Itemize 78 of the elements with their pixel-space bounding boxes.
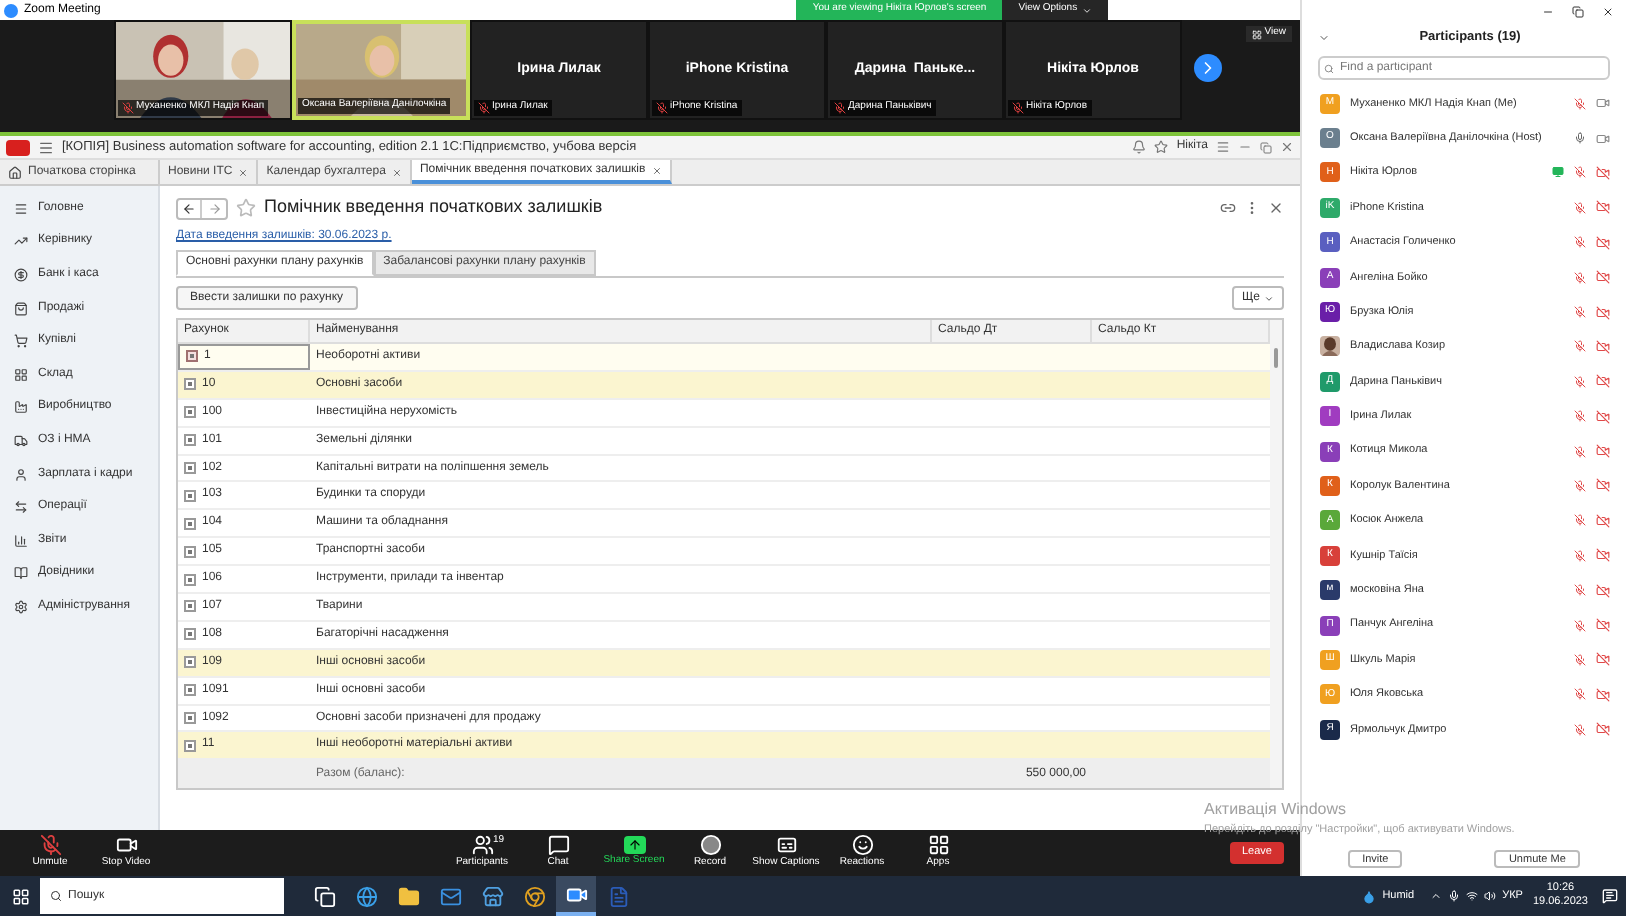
chat-icon [547, 834, 569, 857]
person-icon [14, 467, 28, 482]
account-icon [186, 350, 198, 363]
home-icon [8, 165, 22, 179]
star-icon[interactable] [236, 198, 256, 218]
chrome-icon [523, 885, 545, 907]
star-icon[interactable] [1154, 140, 1169, 154]
account-icon [184, 600, 196, 613]
taskbar-app[interactable] [556, 876, 596, 916]
folder-icon [397, 885, 419, 907]
store-icon [481, 885, 503, 907]
share-screen-icon [623, 836, 645, 855]
minimize-icon[interactable] [1542, 6, 1554, 18]
muted-mic-icon [39, 834, 61, 857]
account-icon [184, 378, 196, 391]
menu-icon[interactable] [38, 139, 54, 155]
bag-icon [14, 301, 28, 316]
speaker-icon [1484, 890, 1497, 902]
menu-icon [14, 201, 28, 216]
account-icon [184, 489, 196, 502]
activation-title: Активація Windows [1204, 798, 1349, 822]
restore-icon[interactable] [1572, 6, 1584, 18]
search-icon [1324, 63, 1334, 73]
truck-icon [14, 433, 28, 448]
arrows-icon [14, 500, 28, 515]
video-camera-icon [115, 834, 137, 857]
trend-line-icon [14, 234, 28, 249]
next-page-button[interactable] [1194, 54, 1222, 82]
search-icon [50, 890, 62, 902]
close-icon[interactable] [1602, 6, 1614, 18]
account-icon [184, 434, 196, 447]
bell-icon[interactable] [1132, 140, 1147, 154]
mail-icon [439, 885, 461, 907]
account-icon [184, 712, 196, 725]
coin-icon [14, 267, 28, 282]
link-icon[interactable] [1220, 200, 1236, 216]
people-icon [471, 834, 493, 857]
droplet-icon [1362, 889, 1377, 903]
account-icon [184, 628, 196, 641]
account-icon [184, 656, 196, 669]
book-icon [14, 566, 28, 581]
account-icon [184, 406, 196, 419]
bar-chart-icon [14, 533, 28, 548]
apps-icon [927, 834, 949, 857]
record-icon [699, 834, 721, 857]
restore-icon[interactable] [1260, 141, 1272, 153]
factory-icon [14, 400, 28, 415]
arrow-right-icon [207, 201, 221, 215]
account-icon [184, 684, 196, 697]
tray-expand-icon[interactable] [1430, 890, 1443, 902]
cart-icon [14, 334, 28, 349]
back-button[interactable] [178, 199, 202, 217]
grid-icon [14, 367, 28, 382]
account-icon [184, 517, 196, 530]
account-icon [184, 545, 196, 558]
task-view-icon [313, 885, 335, 907]
notifications-icon[interactable] [1602, 888, 1618, 904]
arrow-left-icon [182, 201, 196, 215]
zoom-logo-icon [4, 3, 18, 17]
account-icon [184, 462, 196, 474]
video-camera-icon [565, 883, 587, 905]
smile-icon [851, 834, 873, 857]
caret-icon [1264, 293, 1274, 303]
close-icon[interactable] [1268, 200, 1284, 216]
page-title: Помічник введення початкових залишків [264, 194, 603, 221]
network-icon [1466, 890, 1479, 902]
settings-icon [14, 599, 28, 614]
account-icon [184, 739, 196, 752]
globe-icon [355, 885, 377, 907]
mic-icon [1448, 890, 1461, 902]
grid-icon [1252, 29, 1263, 39]
document-icon [607, 885, 629, 907]
menu-icon[interactable] [1216, 140, 1230, 154]
logo-icon [6, 139, 30, 155]
account-icon [184, 573, 196, 586]
captions-icon [775, 834, 797, 857]
windows-logo-icon [11, 887, 29, 905]
caret-icon [1081, 5, 1092, 15]
